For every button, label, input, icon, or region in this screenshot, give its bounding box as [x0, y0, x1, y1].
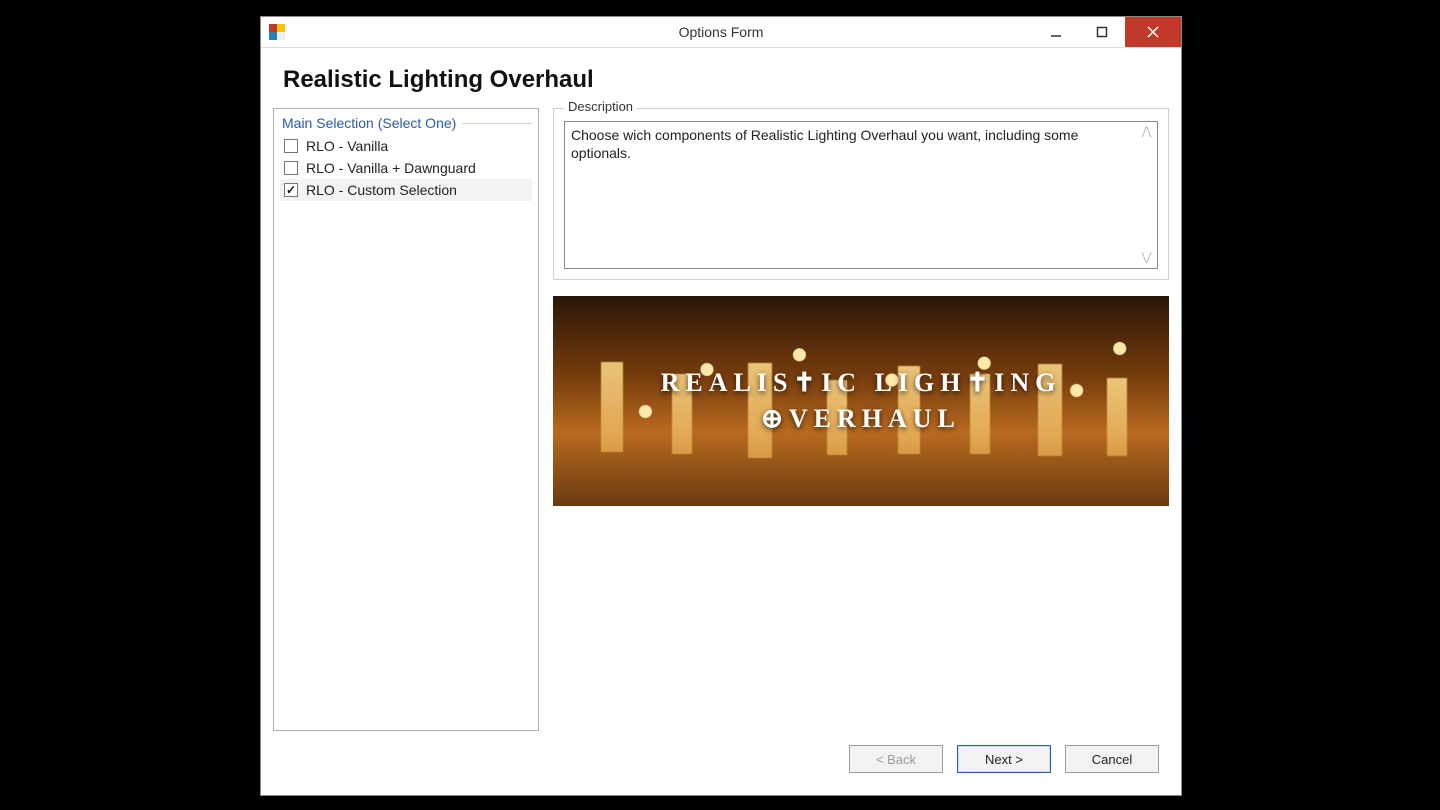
preview-image: REALIS✝IC LIGH✝ING ⊕VERHAUL [553, 296, 1169, 506]
preview-line-1: REALIS✝IC LIGH✝ING [661, 365, 1062, 401]
app-icon [269, 24, 285, 40]
button-bar: < Back Next > Cancel [273, 731, 1169, 783]
option-rlo-vanilla[interactable]: RLO - Vanilla [280, 135, 532, 157]
preview-caption: REALIS✝IC LIGH✝ING ⊕VERHAUL [651, 365, 1072, 438]
description-legend: Description [564, 99, 637, 114]
scroll-up-icon: ⋀ [1142, 124, 1152, 140]
selection-panel: Main Selection (Select One) RLO - Vanill… [273, 108, 539, 731]
right-column: Description Choose wich components of Re… [553, 108, 1169, 731]
option-rlo-vanilla-dawnguard[interactable]: RLO - Vanilla + Dawnguard [280, 157, 532, 179]
checkbox-icon [284, 139, 298, 153]
window-controls [1033, 17, 1181, 47]
preview-line-2: ⊕VERHAUL [661, 401, 1062, 437]
description-scrollbar[interactable]: ⋀ ⋁ [1138, 124, 1155, 266]
selection-group-header: Main Selection (Select One) [282, 115, 532, 131]
description-textbox[interactable]: Choose wich components of Realistic Ligh… [564, 121, 1158, 269]
titlebar: Options Form [261, 17, 1181, 48]
scroll-down-icon: ⋁ [1142, 250, 1152, 266]
checkbox-icon [284, 161, 298, 175]
option-label: RLO - Custom Selection [306, 182, 457, 198]
description-text: Choose wich components of Realistic Ligh… [571, 127, 1078, 161]
option-label: RLO - Vanilla [306, 138, 388, 154]
options-window: Options Form Realistic Lighting Overhaul [260, 16, 1182, 796]
content-row: Main Selection (Select One) RLO - Vanill… [273, 108, 1169, 731]
close-button[interactable] [1125, 17, 1181, 47]
option-label: RLO - Vanilla + Dawnguard [306, 160, 476, 176]
cancel-button[interactable]: Cancel [1065, 745, 1159, 773]
page-title: Realistic Lighting Overhaul [283, 66, 1169, 94]
next-button[interactable]: Next > [957, 745, 1051, 773]
client-area: Realistic Lighting Overhaul Main Selecti… [261, 48, 1181, 795]
back-button[interactable]: < Back [849, 745, 943, 773]
maximize-button[interactable] [1079, 17, 1125, 47]
checkbox-checked-icon [284, 183, 298, 197]
option-rlo-custom-selection[interactable]: RLO - Custom Selection [280, 179, 532, 201]
description-group: Description Choose wich components of Re… [553, 108, 1169, 280]
minimize-button[interactable] [1033, 17, 1079, 47]
